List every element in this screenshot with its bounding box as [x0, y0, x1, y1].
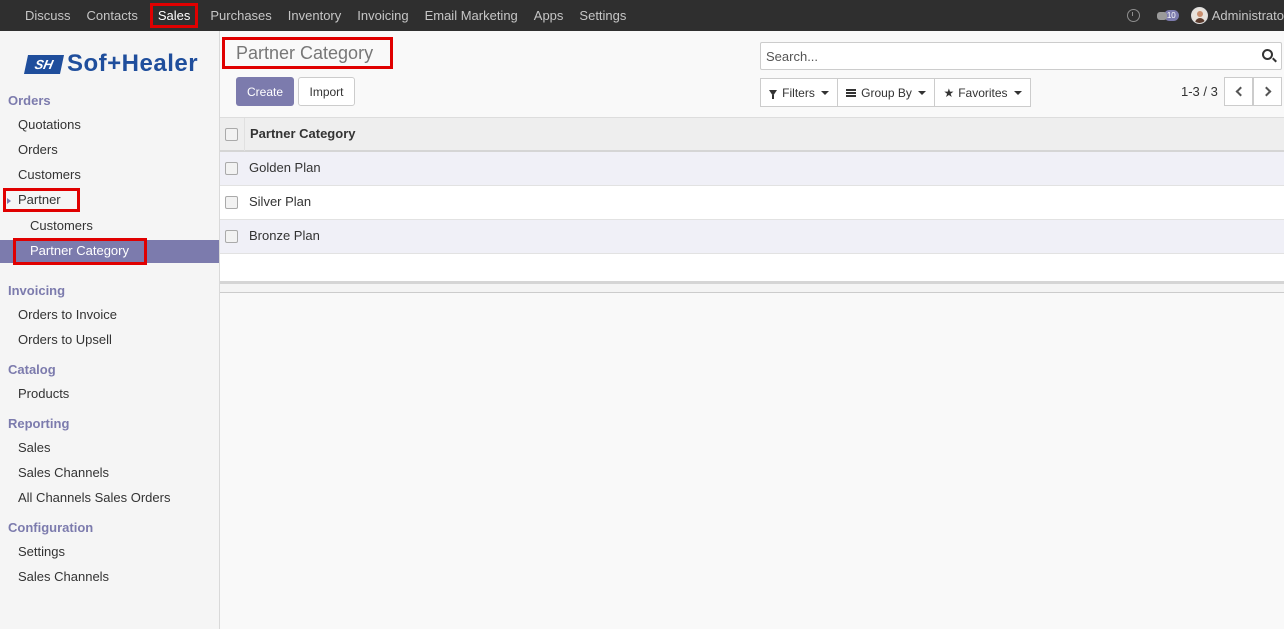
sidebar-item-customers[interactable]: Customers [18, 167, 81, 182]
sidebar-item-orders-to-invoice[interactable]: Orders to Invoice [18, 307, 117, 322]
sidebar-item-sales-channels[interactable]: Sales Channels [18, 465, 109, 480]
list-footer [220, 284, 1284, 293]
chevron-left-icon [1235, 86, 1245, 97]
filter-icon [769, 89, 778, 99]
row-name: Bronze Plan [249, 228, 320, 243]
favorites-label: Favorites [958, 85, 1008, 100]
table-row[interactable]: Silver Plan [220, 186, 1284, 220]
star-icon: ★ [943, 85, 955, 100]
row-checkbox[interactable] [225, 196, 238, 209]
list-view: Partner Category Golden Plan Silver Plan… [220, 117, 1284, 293]
user-avatar[interactable] [1190, 7, 1208, 24]
messages-button[interactable]: 10 [1156, 10, 1179, 21]
sidebar-item-orders[interactable]: Orders [18, 142, 58, 157]
menu-email-marketing[interactable]: Email Marketing [417, 0, 526, 31]
select-all-checkbox[interactable] [225, 128, 238, 141]
list-header: Partner Category [220, 117, 1284, 152]
row-name: Silver Plan [249, 194, 312, 209]
bars-icon [846, 88, 857, 97]
header-divider [244, 118, 245, 151]
sidebar-item-settings[interactable]: Settings [18, 544, 65, 559]
menu-purchases[interactable]: Purchases [202, 0, 279, 31]
pager-previous-button[interactable] [1224, 77, 1253, 106]
section-configuration: Configuration [8, 520, 94, 535]
chat-icon [1156, 11, 1167, 20]
caret-down-icon [917, 90, 926, 95]
menu-inventory[interactable]: Inventory [280, 0, 349, 31]
menu-apps[interactable]: Apps [526, 0, 572, 31]
chevron-right-icon [1261, 86, 1271, 97]
group-by-button[interactable]: Group By [837, 78, 935, 107]
menu-settings[interactable]: Settings [571, 0, 634, 31]
sidebar: SH Sof+Healer Orders Quotations Orders C… [0, 31, 220, 629]
user-name[interactable]: Administrato [1212, 8, 1284, 23]
breadcrumb: Partner Category [236, 43, 374, 63]
row-name: Golden Plan [249, 160, 321, 175]
sidebar-item-orders-to-upsell[interactable]: Orders to Upsell [18, 332, 112, 347]
sidebar-item-sales[interactable]: Sales [18, 440, 51, 455]
top-navbar: Discuss Contacts Sales Purchases Invento… [0, 0, 1284, 31]
logo-text: Sof+Healer [67, 50, 199, 77]
group-by-label: Group By [861, 85, 912, 100]
section-catalog: Catalog [8, 362, 56, 377]
menu-discuss[interactable]: Discuss [17, 0, 79, 31]
menu-contacts[interactable]: Contacts [79, 0, 146, 31]
menu-sales[interactable]: Sales [149, 3, 199, 28]
logo-mark: SH [23, 54, 65, 74]
filters-button[interactable]: Filters [760, 78, 838, 107]
sidebar-item-all-channels[interactable]: All Channels Sales Orders [18, 490, 170, 505]
top-menu: Discuss Contacts Sales Purchases Invento… [0, 0, 634, 31]
column-header-partner-category[interactable]: Partner Category [250, 126, 355, 141]
search-icon[interactable] [1262, 49, 1273, 60]
import-button[interactable]: Import [298, 77, 355, 106]
softhealer-logo: SH Sof+Healer [23, 50, 199, 78]
caret-right-icon [7, 198, 11, 204]
activity-clock-icon[interactable] [1126, 9, 1140, 22]
create-button[interactable]: Create [236, 77, 294, 106]
menu-invoicing[interactable]: Invoicing [349, 0, 416, 31]
caret-down-icon [1013, 90, 1022, 95]
row-checkbox[interactable] [225, 230, 238, 243]
sidebar-item-products[interactable]: Products [18, 386, 69, 401]
pager-value[interactable]: 1-3 / 3 [1181, 84, 1218, 99]
sidebar-item-partner-customers[interactable]: Customers [30, 218, 93, 233]
sidebar-item-config-sales-channels[interactable]: Sales Channels [18, 569, 109, 584]
table-row[interactable]: Golden Plan [220, 152, 1284, 186]
favorites-button[interactable]: ★ Favorites [934, 78, 1031, 107]
section-orders: Orders [8, 93, 51, 108]
partner-category-highlight-box [13, 238, 147, 265]
systray: 10 Administrato [1126, 0, 1284, 31]
section-invoicing: Invoicing [8, 283, 66, 298]
caret-down-icon [820, 90, 829, 95]
sidebar-item-quotations[interactable]: Quotations [18, 117, 81, 132]
filters-label: Filters [782, 85, 815, 100]
row-checkbox[interactable] [225, 162, 238, 175]
section-reporting: Reporting [8, 416, 70, 431]
search-input[interactable] [760, 42, 1282, 70]
table-row[interactable]: Bronze Plan [220, 220, 1284, 254]
list-empty-row [220, 254, 1284, 284]
sidebar-item-partner[interactable]: Partner [18, 192, 61, 207]
pager-next-button[interactable] [1253, 77, 1282, 106]
